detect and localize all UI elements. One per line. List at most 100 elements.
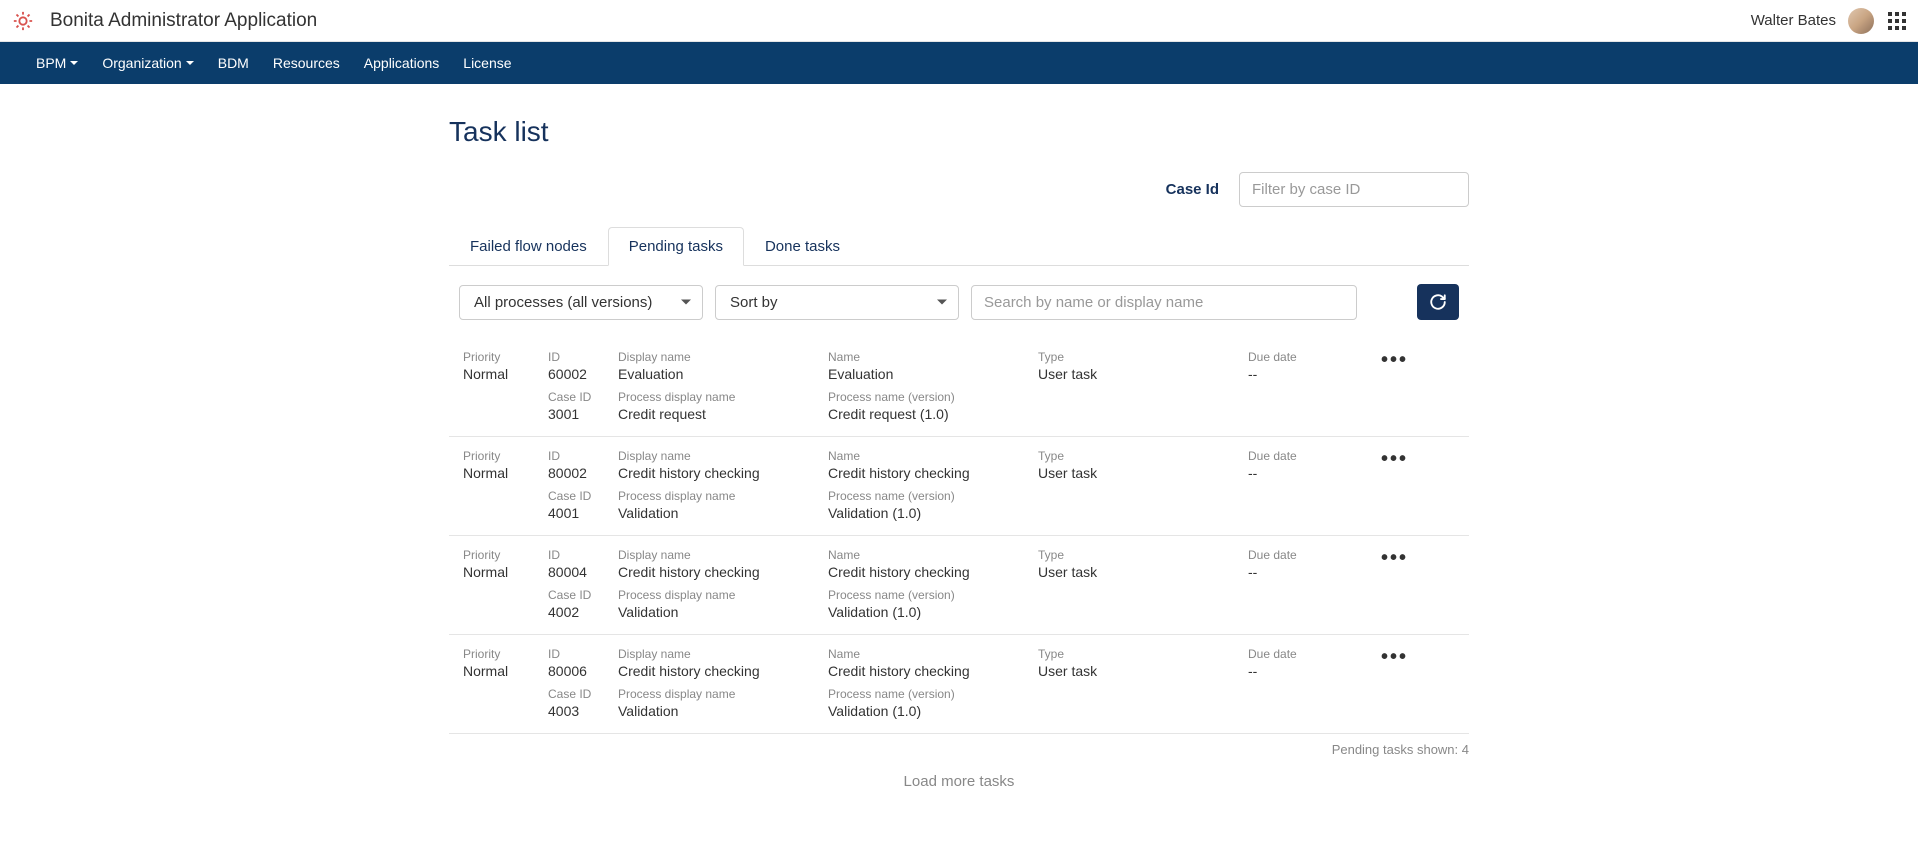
priority-value: Normal [463,465,548,481]
due-date-value: -- [1248,366,1378,382]
tab-failed-flow-nodes[interactable]: Failed flow nodes [449,227,608,266]
id-value: 80006 [548,663,618,679]
process-display-name-value: Credit request [618,406,828,422]
type-value: User task [1038,465,1248,481]
caret-down-icon [70,61,78,65]
name-value: Credit history checking [828,663,1038,679]
cell: ID80002 [548,449,618,481]
case-id-label: Case ID [548,489,618,503]
process-name-version-label: Process name (version) [828,687,1038,701]
cell: Process name (version) Validation (1.0) [828,489,1038,521]
process-name-version-value: Validation (1.0) [828,604,1038,620]
more-actions-icon[interactable]: ••• [1378,449,1408,481]
cell: NameCredit history checking [828,449,1038,481]
cell: PriorityNormal [463,548,548,580]
case-id-value: 3001 [548,406,618,422]
due-date-label: Due date [1248,647,1378,661]
cell: Display nameCredit history checking [618,647,828,679]
cell: Name Credit history checking [828,647,1038,679]
process-name-version-value: Credit request (1.0) [828,406,1038,422]
caret-down-icon [186,61,194,65]
priority-value: Normal [463,663,548,679]
process-display-name-value: Validation [618,505,828,521]
username[interactable]: Walter Bates [1751,12,1836,29]
due-date-value: -- [1248,663,1378,679]
tab-done-tasks[interactable]: Done tasks [744,227,861,266]
type-value: User task [1038,564,1248,580]
cell: TypeUser task [1038,350,1248,382]
cell: Case ID4003 [548,687,618,719]
type-value: User task [1038,663,1248,679]
display-name-value: Evaluation [618,366,828,382]
cell: Display nameCredit history checking [618,449,828,481]
shown-count: Pending tasks shown: 4 [449,734,1469,761]
process-name-version-value: Validation (1.0) [828,505,1038,521]
more-actions-icon[interactable]: ••• [1378,548,1408,580]
case-id-label: Case Id [1166,181,1219,198]
id-value: 80004 [548,564,618,580]
cell: Due date -- [1248,647,1378,679]
apps-grid-icon[interactable] [1888,12,1906,30]
sort-by-select[interactable]: Sort by [715,285,959,320]
load-more-button[interactable]: Load more tasks [449,761,1469,802]
name-value: Evaluation [828,366,1038,382]
nav-item-applications[interactable]: Applications [352,42,452,84]
id-label: ID [548,449,618,463]
cell: Case ID 4001 [548,489,618,521]
name-label: Name [828,449,1038,463]
cell: Display nameEvaluation [618,350,828,382]
display-name-label: Display name [618,449,828,463]
more-actions-icon[interactable]: ••• [1378,647,1408,679]
nav-item-resources[interactable]: Resources [261,42,352,84]
nav-item-bdm[interactable]: BDM [206,42,261,84]
type-label: Type [1038,647,1248,661]
case-id-input[interactable] [1239,172,1469,207]
cell: Process name (version)Validation (1.0) [828,588,1038,620]
cell: Process display nameCredit request [618,390,828,422]
nav-item-license[interactable]: License [451,42,523,84]
due-date-label: Due date [1248,350,1378,364]
refresh-button[interactable] [1417,284,1459,320]
app-title: Bonita Administrator Application [50,10,317,32]
navbar: BPMOrganizationBDMResourcesApplicationsL… [0,42,1918,84]
case-id-label: Case ID [548,390,618,404]
cell: ID80006 [548,647,618,679]
task-list: PriorityNormalID60002Display nameEvaluat… [449,338,1469,734]
page-title: Task list [449,116,1469,148]
name-label: Name [828,647,1038,661]
case-id-filter-row: Case Id [449,172,1469,207]
cell: Case ID4002 [548,588,618,620]
priority-label: Priority [463,647,548,661]
process-display-name-label: Process display name [618,489,828,503]
priority-label: Priority [463,449,548,463]
process-name-version-value: Validation (1.0) [828,703,1038,719]
more-actions-icon[interactable]: ••• [1378,350,1408,382]
cell: TypeUser task [1038,548,1248,580]
cell: Process display nameValidation [618,687,828,719]
cell: ID80004 [548,548,618,580]
tabs: Failed flow nodesPending tasksDone tasks [449,227,1469,266]
cell: Display name Credit history checking [618,548,828,580]
toolbar: All processes (all versions) Sort by [449,266,1469,338]
type-label: Type [1038,449,1248,463]
tab-pending-tasks[interactable]: Pending tasks [608,227,744,266]
process-name-version-label: Process name (version) [828,489,1038,503]
process-name-version-label: Process name (version) [828,390,1038,404]
process-display-name-value: Validation [618,703,828,719]
display-name-value: Credit history checking [618,564,828,580]
cell: ID60002 [548,350,618,382]
refresh-icon [1429,293,1447,311]
nav-item-organization[interactable]: Organization [90,42,205,84]
due-date-label: Due date [1248,548,1378,562]
display-name-label: Display name [618,548,828,562]
process-filter-select[interactable]: All processes (all versions) [459,285,703,320]
nav-item-bpm[interactable]: BPM [24,42,90,84]
search-input[interactable] [971,285,1357,320]
due-date-label: Due date [1248,449,1378,463]
case-id-value: 4001 [548,505,618,521]
priority-label: Priority [463,548,548,562]
cell: Due date-- [1248,449,1378,481]
name-label: Name [828,548,1038,562]
process-display-name-label: Process display name [618,588,828,602]
avatar[interactable] [1848,8,1874,34]
